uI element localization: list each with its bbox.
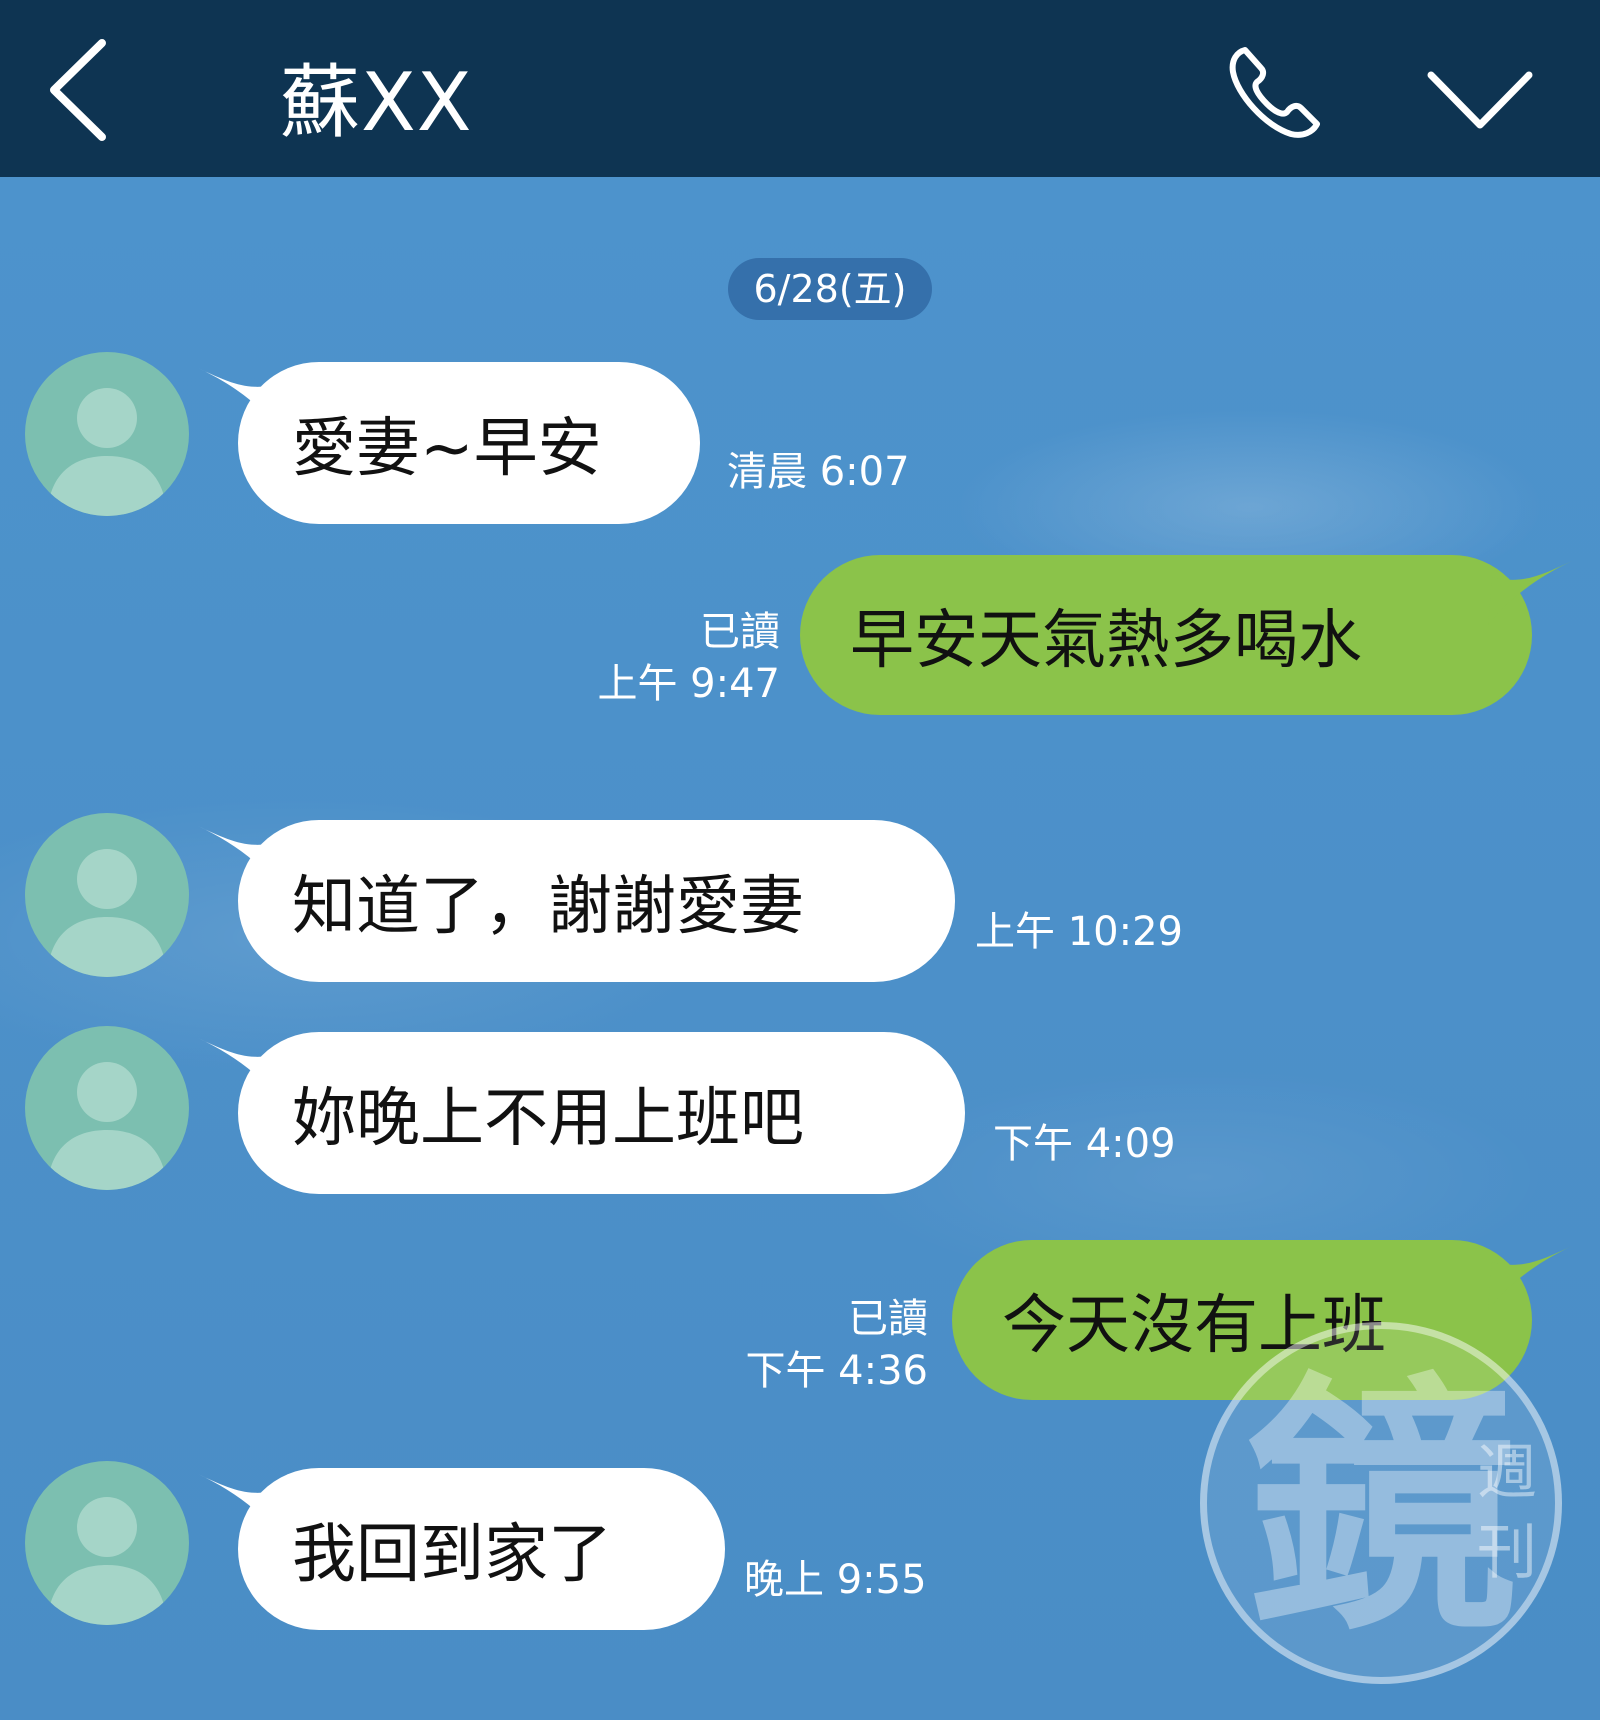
message-bubble-outgoing[interactable]: 早安天氣熱多喝水 xyxy=(800,555,1572,715)
back-chevron-icon xyxy=(50,39,106,141)
bubble-tail xyxy=(198,1474,282,1538)
bubble-tail xyxy=(198,826,282,890)
contact-avatar[interactable] xyxy=(25,1461,189,1625)
person-icon xyxy=(47,849,167,977)
call-button[interactable] xyxy=(1225,42,1325,142)
contact-avatar[interactable] xyxy=(25,1026,189,1190)
message-time: 上午 9:47 xyxy=(597,661,780,707)
person-icon xyxy=(47,1497,167,1625)
person-icon xyxy=(47,388,167,516)
message-text: 知道了，謝謝愛妻 xyxy=(292,870,804,944)
bubble-tail xyxy=(1488,1246,1572,1310)
message-time: 上午 10:29 xyxy=(975,909,1183,955)
read-receipt: 已讀 xyxy=(848,1296,928,1342)
message-text: 愛妻~早安 xyxy=(292,412,602,486)
bubble-tail xyxy=(198,1038,282,1102)
message-bubble-incoming[interactable]: 愛妻~早安 xyxy=(198,362,700,524)
message-time: 下午 4:36 xyxy=(745,1348,928,1394)
chat-header: 蘇XX xyxy=(0,0,1600,177)
message-time: 下午 4:09 xyxy=(993,1121,1176,1167)
phone-icon xyxy=(1229,47,1320,138)
message-time: 晚上 9:55 xyxy=(744,1557,927,1603)
bubble-tail xyxy=(1488,561,1572,625)
message-bubble-incoming[interactable]: 知道了，謝謝愛妻 xyxy=(198,820,955,982)
menu-button[interactable] xyxy=(1425,65,1535,135)
message-time: 清晨 6:07 xyxy=(727,449,910,495)
publisher-watermark-logo: 鏡 週 刊 xyxy=(1200,1322,1562,1684)
message-text: 我回到家了 xyxy=(292,1518,612,1592)
message-bubble-incoming[interactable]: 我回到家了 xyxy=(198,1468,725,1630)
back-button[interactable] xyxy=(40,35,120,145)
watermark-side-top: 週 xyxy=(1477,1438,1537,1508)
message-text: 妳晚上不用上班吧 xyxy=(292,1082,804,1156)
message-bubble-incoming[interactable]: 妳晚上不用上班吧 xyxy=(198,1032,965,1194)
contact-avatar[interactable] xyxy=(25,813,189,977)
person-icon xyxy=(47,1062,167,1190)
date-separator: 6/28(五) xyxy=(728,258,932,320)
contact-avatar[interactable] xyxy=(25,352,189,516)
chevron-down-icon xyxy=(1427,71,1533,129)
message-text: 早安天氣熱多喝水 xyxy=(850,604,1362,678)
contact-name[interactable]: 蘇XX xyxy=(280,38,473,154)
watermark-side-bottom: 刊 xyxy=(1477,1518,1537,1588)
bubble-tail xyxy=(198,368,282,432)
read-receipt: 已讀 xyxy=(700,609,780,655)
